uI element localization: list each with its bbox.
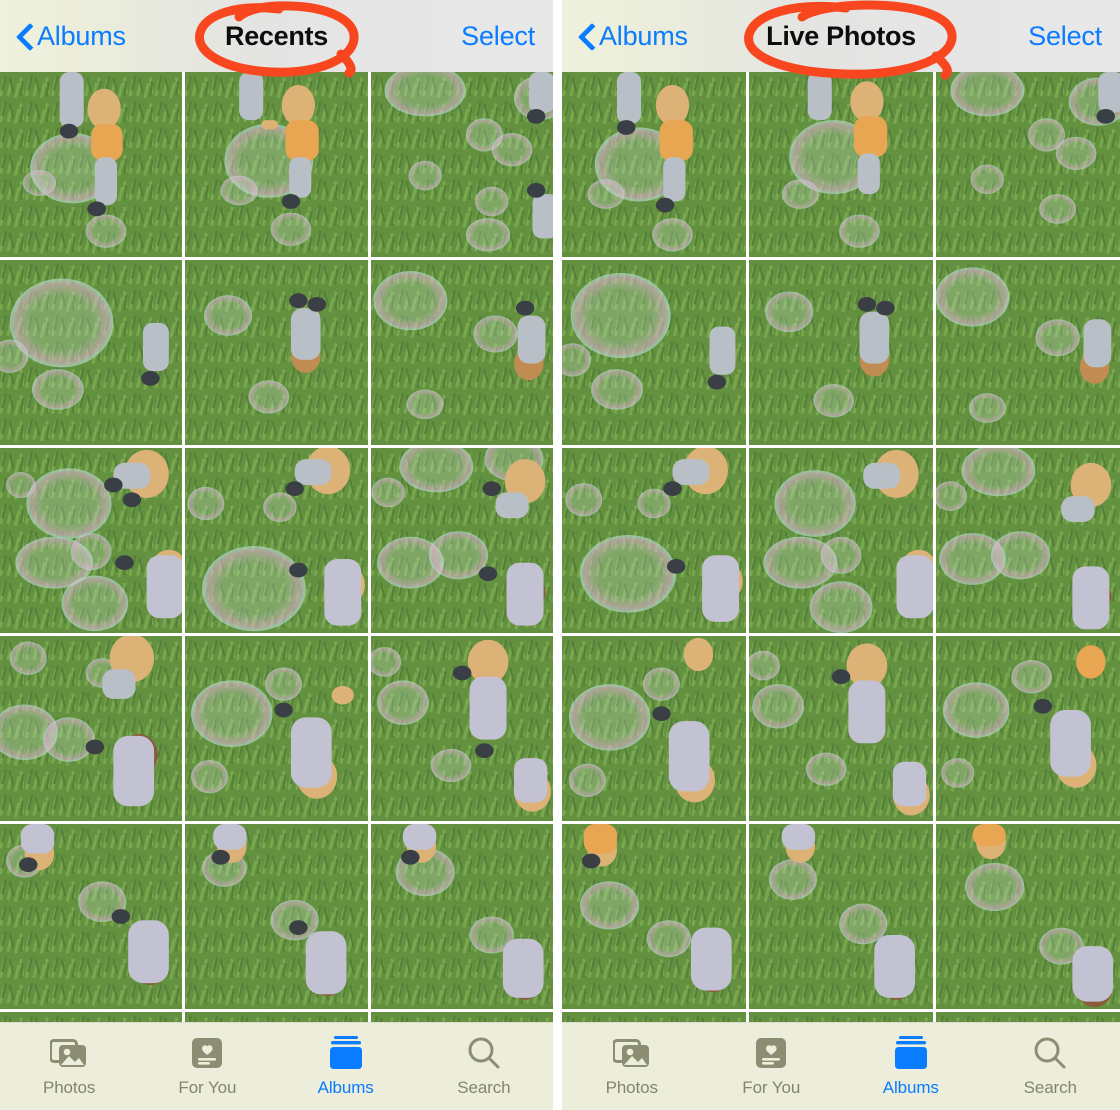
photo-thumbnail[interactable] — [562, 1012, 746, 1022]
photo-thumbnail[interactable] — [562, 72, 746, 257]
tab-for-you[interactable]: For You — [138, 1023, 276, 1098]
photo-thumbnail[interactable] — [562, 636, 746, 821]
tab-bar-right: Photos For You Albums Search — [562, 1022, 1120, 1110]
tab-for-you[interactable]: For You — [702, 1023, 842, 1098]
back-to-albums-button-left[interactable]: Albums — [18, 21, 126, 52]
tab-search-label: Search — [457, 1078, 511, 1097]
select-button-left[interactable]: Select — [461, 21, 535, 52]
photo-thumbnail[interactable] — [0, 824, 183, 1009]
photo-thumbnail[interactable] — [562, 260, 746, 445]
photo-thumbnail[interactable] — [370, 636, 553, 821]
tab-bar-left: Photos For You Albums Search — [0, 1022, 553, 1110]
search-icon — [1033, 1033, 1067, 1073]
photo-thumbnail[interactable] — [749, 448, 933, 633]
tab-albums-label: Albums — [317, 1078, 374, 1097]
photo-thumbnail[interactable] — [185, 260, 368, 445]
photo-thumbnail[interactable] — [0, 72, 183, 257]
tab-photos[interactable]: Photos — [0, 1023, 138, 1098]
search-icon — [467, 1033, 501, 1073]
chevron-left-icon — [580, 23, 595, 49]
tab-for-you-label: For You — [178, 1078, 237, 1097]
photo-thumbnail[interactable] — [749, 1012, 933, 1022]
tab-search[interactable]: Search — [415, 1023, 553, 1098]
back-to-albums-button-right[interactable]: Albums — [580, 21, 688, 52]
navigation-bar-left: Albums Recents Select — [0, 0, 553, 78]
tab-photos[interactable]: Photos — [562, 1023, 702, 1098]
back-button-label: Albums — [37, 20, 126, 51]
tab-for-you-label: For You — [742, 1078, 801, 1097]
photo-thumbnail[interactable] — [0, 636, 183, 821]
photo-thumbnail[interactable] — [370, 1012, 553, 1022]
tab-albums-label: Albums — [882, 1078, 939, 1097]
photo-thumbnail[interactable] — [936, 448, 1120, 633]
photo-thumbnail[interactable] — [185, 824, 368, 1009]
photo-thumbnail[interactable] — [185, 448, 368, 633]
photo-grid-left[interactable] — [0, 72, 553, 1022]
photo-thumbnail[interactable] — [370, 260, 553, 445]
chevron-left-icon — [18, 23, 33, 49]
photo-thumbnail[interactable] — [936, 260, 1120, 445]
tab-albums[interactable]: Albums — [841, 1023, 981, 1098]
photo-thumbnail[interactable] — [936, 1012, 1120, 1022]
select-button-right[interactable]: Select — [1028, 21, 1102, 52]
photo-thumbnail[interactable] — [749, 824, 933, 1009]
photo-thumbnail[interactable] — [370, 72, 553, 257]
foryou-icon — [191, 1033, 223, 1073]
photo-thumbnail[interactable] — [185, 1012, 368, 1022]
albums-icon — [893, 1033, 929, 1073]
photo-thumbnail[interactable] — [0, 260, 183, 445]
phone-screen-right: Albums Live Photos Select Photos For You… — [562, 0, 1120, 1110]
side-by-side-screenshots: Albums Recents Select Photos For You Alb… — [0, 0, 1120, 1110]
photos-icon — [612, 1033, 651, 1073]
tab-photos-label: Photos — [42, 1078, 96, 1097]
tab-search-label: Search — [1023, 1078, 1077, 1097]
phone-screen-left: Albums Recents Select Photos For You Alb… — [0, 0, 553, 1110]
photo-thumbnail[interactable] — [0, 1012, 183, 1022]
foryou-icon — [755, 1033, 787, 1073]
photo-thumbnail[interactable] — [370, 824, 553, 1009]
photo-thumbnail[interactable] — [370, 448, 553, 633]
albums-icon — [328, 1033, 364, 1073]
back-button-label: Albums — [599, 20, 688, 51]
photos-icon — [50, 1033, 88, 1073]
navigation-bar-right: Albums Live Photos Select — [562, 0, 1120, 80]
photo-thumbnail[interactable] — [185, 72, 368, 257]
photo-thumbnail[interactable] — [749, 636, 933, 821]
photo-thumbnail[interactable] — [936, 824, 1120, 1009]
tab-photos-label: Photos — [605, 1078, 658, 1097]
photo-thumbnail[interactable] — [749, 72, 933, 257]
photo-thumbnail[interactable] — [562, 448, 746, 633]
tab-albums[interactable]: Albums — [277, 1023, 415, 1098]
photo-thumbnail[interactable] — [936, 636, 1120, 821]
photo-thumbnail[interactable] — [0, 448, 183, 633]
tab-search[interactable]: Search — [981, 1023, 1120, 1098]
photo-thumbnail[interactable] — [749, 260, 933, 445]
photo-grid-right[interactable] — [562, 72, 1120, 1022]
photo-thumbnail[interactable] — [936, 72, 1120, 257]
photo-thumbnail[interactable] — [185, 636, 368, 821]
photo-thumbnail[interactable] — [562, 824, 746, 1009]
